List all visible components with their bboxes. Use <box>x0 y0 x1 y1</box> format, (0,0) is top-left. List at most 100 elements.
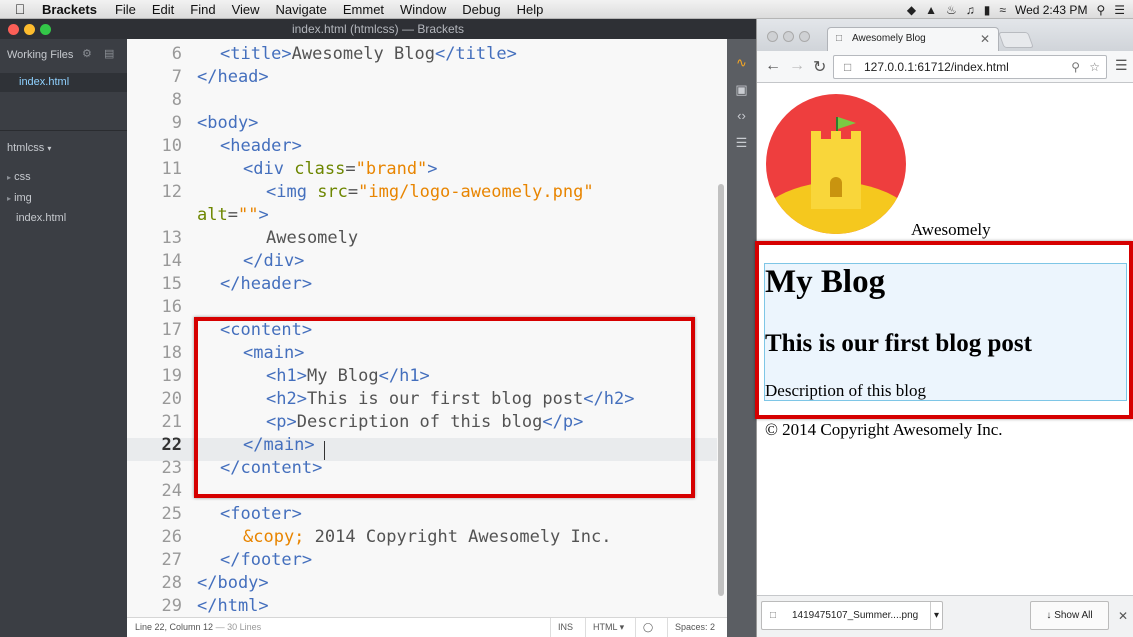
star-icon[interactable]: ☆ <box>1089 56 1100 78</box>
wifi-icon[interactable]: ≈ <box>999 3 1006 17</box>
chevron-right-icon: ▸ <box>7 173 12 182</box>
extension-manager-icon[interactable]: ▣ <box>733 81 750 98</box>
menu-navigate[interactable]: Navigate <box>268 2 335 17</box>
line-number: 29 <box>161 596 182 616</box>
chevron-right-icon: ▸ <box>7 194 12 203</box>
menu-window[interactable]: Window <box>392 2 454 17</box>
zoom-window-button[interactable] <box>40 24 51 35</box>
preview-highlight-box <box>755 241 1133 419</box>
forward-icon[interactable]: → <box>789 57 805 75</box>
chevron-down-icon: ▾ <box>47 144 52 153</box>
line-number: 27 <box>161 550 182 570</box>
chevron-down-icon[interactable]: ▾ <box>930 602 942 629</box>
menu-view[interactable]: View <box>224 2 268 17</box>
battery-icon[interactable]: ▮ <box>984 3 991 17</box>
code-line: <img src="img/logo-aweomely.png" <box>266 182 594 202</box>
apple-icon[interactable]:  <box>0 1 40 17</box>
right-toolbar: ∿ ▣ ‹› ☰ <box>727 39 756 637</box>
window-title: index.html (htmlcss) — Brackets <box>291 22 465 36</box>
split-view-icon[interactable]: ▤ <box>104 47 114 60</box>
code-line: </header> <box>220 274 313 294</box>
line-number: 17 <box>161 320 182 340</box>
minimize-window-button[interactable] <box>783 31 794 42</box>
line-number: 20 <box>161 389 182 409</box>
sidebar-divider <box>0 130 127 131</box>
layers-icon[interactable]: ☰ <box>733 134 750 151</box>
line-number: 25 <box>161 504 182 524</box>
line-number: 28 <box>161 573 182 593</box>
line-number-gutter: 6 7 8 9 10 11 12 13 14 15 16 17 18 19 20 21 22 23 24 25 26 27… <box>127 39 189 617</box>
app-menu[interactable]: Brackets <box>40 2 107 17</box>
list-icon[interactable]: ☰ <box>1114 3 1125 17</box>
google-drive-icon[interactable]: ▲ <box>925 3 937 17</box>
tree-file-index[interactable]: index.html <box>16 212 66 224</box>
show-all-button[interactable]: ↓ Show All <box>1030 601 1109 630</box>
brand-logo <box>766 94 906 234</box>
code-line: <div class="brand"> <box>243 159 438 179</box>
menu-icon[interactable]: ☰ <box>1115 57 1128 74</box>
page-icon: □ <box>844 60 852 74</box>
code-line: </body> <box>197 573 269 593</box>
line-number: 7 <box>171 67 182 87</box>
reload-icon[interactable]: ↻ <box>813 57 826 77</box>
menu-emmet[interactable]: Emmet <box>335 2 392 17</box>
menu-help[interactable]: Help <box>509 2 552 17</box>
tree-folder-css[interactable]: ▸ css <box>7 171 31 183</box>
code-line: </footer> <box>220 550 313 570</box>
new-tab-button[interactable] <box>998 32 1034 48</box>
code-line: </div> <box>243 251 305 271</box>
live-preview-icon[interactable]: ∿ <box>733 54 750 71</box>
zoom-window-button[interactable] <box>799 31 810 42</box>
code-icon[interactable]: ‹› <box>733 107 750 124</box>
bell-icon[interactable]: ♨ <box>946 3 957 17</box>
brand-text: Awesomely <box>911 220 991 239</box>
line-number: 6 <box>171 44 182 64</box>
menu-edit[interactable]: Edit <box>144 2 182 17</box>
close-window-button[interactable] <box>767 31 778 42</box>
code-line: </html> <box>197 596 269 616</box>
project-dropdown[interactable]: htmlcss ▾ <box>7 142 51 154</box>
menubar-clock[interactable]: Wed 2:43 PM <box>1015 3 1087 17</box>
tree-folder-img[interactable]: ▸ img <box>7 192 32 204</box>
gear-icon[interactable]: ⚙ <box>82 47 92 60</box>
close-icon[interactable]: ✕ <box>1118 609 1128 623</box>
indent-setting[interactable]: Spaces: 2 <box>667 618 722 637</box>
editor-scrollbar[interactable] <box>718 184 724 596</box>
dropbox-icon[interactable]: ◆ <box>907 3 916 17</box>
lint-status-icon[interactable]: ◯ <box>635 618 667 637</box>
line-number: 19 <box>161 366 182 386</box>
search-icon[interactable]: ⚲ <box>1096 3 1105 17</box>
browser-toolbar: ← → ↻ □ 127.0.0.1:61712/index.html ⚲ ☆ ☰ <box>757 51 1133 83</box>
code-line: <header> <box>220 136 302 156</box>
browser-tabstrip: □ Awesomely Blog ✕ <box>757 19 1133 51</box>
line-number: 21 <box>161 412 182 432</box>
address-bar[interactable]: □ 127.0.0.1:61712/index.html ⚲ ☆ <box>833 55 1107 79</box>
volume-icon[interactable]: ♫ <box>966 3 975 17</box>
menu-file[interactable]: File <box>107 2 144 17</box>
close-window-button[interactable] <box>8 24 19 35</box>
download-item[interactable]: □ 1419475107_Summer....png ▾ <box>761 601 943 630</box>
language-dropdown[interactable]: HTML ▾ <box>585 618 631 637</box>
line-number: 13 <box>161 228 182 248</box>
code-line: alt=""> <box>197 205 269 225</box>
back-icon[interactable]: ← <box>765 57 781 75</box>
download-filename: 1419475107_Summer....png <box>792 610 919 621</box>
code-highlight-box <box>194 317 695 498</box>
menu-find[interactable]: Find <box>182 2 223 17</box>
line-number: 26 <box>161 527 182 547</box>
close-tab-icon[interactable]: ✕ <box>980 28 990 50</box>
insert-mode[interactable]: INS <box>550 618 580 637</box>
line-number: 24 <box>161 481 182 501</box>
line-number: 12 <box>161 182 182 202</box>
line-number: 15 <box>161 274 182 294</box>
working-file-item[interactable]: index.html <box>0 73 127 92</box>
status-bar: Line 22, Column 12 — 30 Lines INS HTML ▾… <box>127 617 727 637</box>
browser-tab[interactable]: □ Awesomely Blog ✕ <box>827 27 999 51</box>
line-number: 11 <box>161 159 182 179</box>
line-number: 14 <box>161 251 182 271</box>
menu-debug[interactable]: Debug <box>454 2 508 17</box>
code-line: &copy; 2014 Copyright Awesomely Inc. <box>243 527 612 547</box>
working-files-label: Working Files <box>7 49 74 61</box>
minimize-window-button[interactable] <box>24 24 35 35</box>
zoom-icon[interactable]: ⚲ <box>1071 56 1080 78</box>
